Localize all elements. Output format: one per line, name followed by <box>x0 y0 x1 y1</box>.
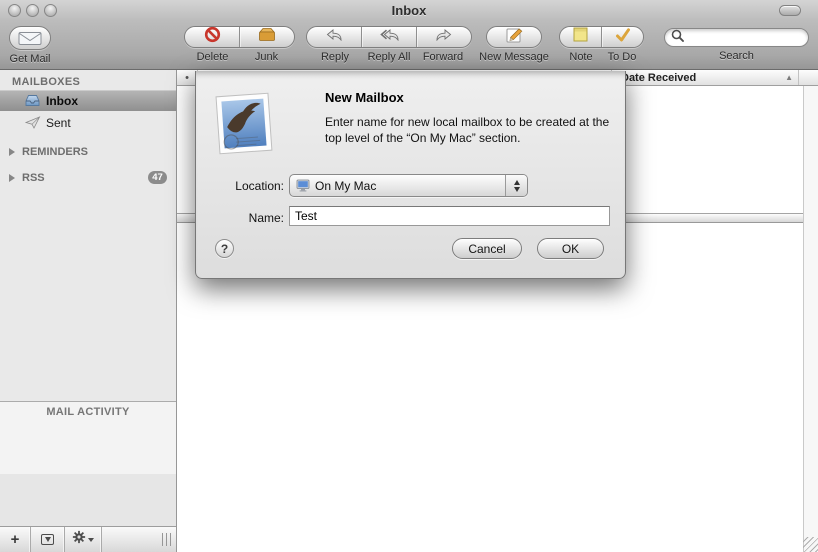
mail-window: Inbox Get Mail <box>0 0 818 552</box>
name-label: Name: <box>196 211 284 225</box>
stepper-down-icon <box>514 187 520 192</box>
search-field[interactable] <box>664 28 809 47</box>
reply-arrow-icon <box>326 28 342 46</box>
location-popup[interactable]: On My Mac <box>289 174 528 197</box>
delete-junk-group: Delete Junk <box>184 26 295 63</box>
sidebar-item-label: Inbox <box>46 94 78 108</box>
todo-button[interactable] <box>601 27 643 47</box>
tray-toggle-icon <box>41 534 54 545</box>
date-received-column-header[interactable]: Date Received ▲ <box>611 70 798 85</box>
sidebar-item-label: Sent <box>46 116 71 130</box>
sidebar-lower-panel <box>0 474 176 527</box>
sidebar-item-sent[interactable]: Sent <box>0 112 176 133</box>
todo-label: To Do <box>602 51 643 63</box>
reply-all-label: Reply All <box>362 51 416 63</box>
junk-button[interactable] <box>239 27 294 47</box>
reply-button[interactable] <box>307 27 361 47</box>
sidebar-section-rss[interactable]: RSS 47 <box>0 167 176 188</box>
gear-icon <box>72 530 86 549</box>
sidebar-item-inbox[interactable]: Inbox <box>0 90 176 111</box>
mail-activity-header: MAIL ACTIVITY <box>0 406 176 418</box>
note-label: Note <box>561 51 602 63</box>
delete-button[interactable] <box>185 27 239 47</box>
new-message-label: New Message <box>479 51 549 63</box>
reply-all-button[interactable] <box>361 27 416 47</box>
window-title: Inbox <box>0 3 818 18</box>
location-value: On My Mac <box>315 179 376 193</box>
rss-section-header: RSS <box>22 172 45 184</box>
paper-plane-icon <box>24 116 41 129</box>
reply-label: Reply <box>308 51 362 63</box>
search-group: Search <box>663 26 810 62</box>
stepper-up-icon <box>514 180 520 185</box>
reply-all-arrow-icon <box>380 28 399 46</box>
toolbar-toggle-pill[interactable] <box>779 5 801 16</box>
delete-label: Delete <box>186 51 240 63</box>
titlebar[interactable]: Inbox Get Mail <box>0 0 818 70</box>
note-button[interactable] <box>560 27 601 47</box>
help-button[interactable]: ? <box>215 239 234 258</box>
checkmark-icon <box>615 28 631 47</box>
note-todo-group: Note To Do <box>559 26 644 63</box>
sticky-note-icon <box>573 27 588 47</box>
disclosure-triangle-icon[interactable] <box>9 174 15 182</box>
mailbox-name-input[interactable] <box>289 206 610 226</box>
sidebar-bottom-bar: + <box>0 526 176 552</box>
compose-icon <box>506 27 523 48</box>
dialog-title: New Mailbox <box>325 90 404 105</box>
search-icon <box>671 29 684 47</box>
reminders-section-header: REMINDERS <box>22 146 88 158</box>
location-label: Location: <box>196 179 284 193</box>
mailboxes-section-header: MAILBOXES <box>12 76 80 88</box>
search-input[interactable] <box>687 30 801 46</box>
action-menu-button[interactable] <box>65 527 102 552</box>
toggle-activity-button[interactable] <box>31 527 65 552</box>
rss-count-badge: 47 <box>148 171 167 184</box>
dialog-message: Enter name for new local mailbox to be c… <box>325 114 623 146</box>
junk-label: Junk <box>240 51 294 63</box>
forward-arrow-icon <box>436 28 452 46</box>
cancel-button[interactable]: Cancel <box>452 238 522 259</box>
get-mail-button[interactable] <box>9 26 51 50</box>
date-received-label: Date Received <box>621 72 696 84</box>
prohibition-icon <box>204 26 221 48</box>
reply-group: Reply Reply All Forward <box>306 26 472 63</box>
vertical-scrollbar-track[interactable] <box>803 86 818 552</box>
forward-button[interactable] <box>416 27 471 47</box>
ok-button[interactable]: OK <box>537 238 604 259</box>
disclosure-triangle-icon[interactable] <box>9 148 15 156</box>
envelope-icon <box>10 27 50 49</box>
forward-label: Forward <box>416 51 470 63</box>
scrollbar-column-header <box>798 70 818 85</box>
junk-folder-icon <box>258 27 276 47</box>
add-mailbox-button[interactable]: + <box>0 527 31 552</box>
search-label: Search <box>719 50 754 62</box>
sidebar-section-reminders[interactable]: REMINDERS <box>0 141 176 162</box>
new-mailbox-dialog: New Mailbox Enter name for new local mai… <box>195 71 626 279</box>
sidebar: MAILBOXES Inbox Sent <box>0 70 177 552</box>
popup-stepper[interactable] <box>505 175 527 196</box>
menu-caret-icon <box>88 538 94 542</box>
inbox-tray-icon <box>24 94 41 107</box>
get-mail-group: Get Mail <box>6 26 54 65</box>
sidebar-resize-handle[interactable] <box>158 527 176 552</box>
window-resize-grip[interactable] <box>803 537 818 552</box>
computer-icon <box>296 179 310 192</box>
get-mail-label: Get Mail <box>10 53 51 65</box>
sort-ascending-icon: ▲ <box>785 73 793 82</box>
mail-stamp-icon <box>213 92 275 161</box>
new-message-group: New Message <box>474 26 554 63</box>
new-message-button[interactable] <box>487 27 541 47</box>
